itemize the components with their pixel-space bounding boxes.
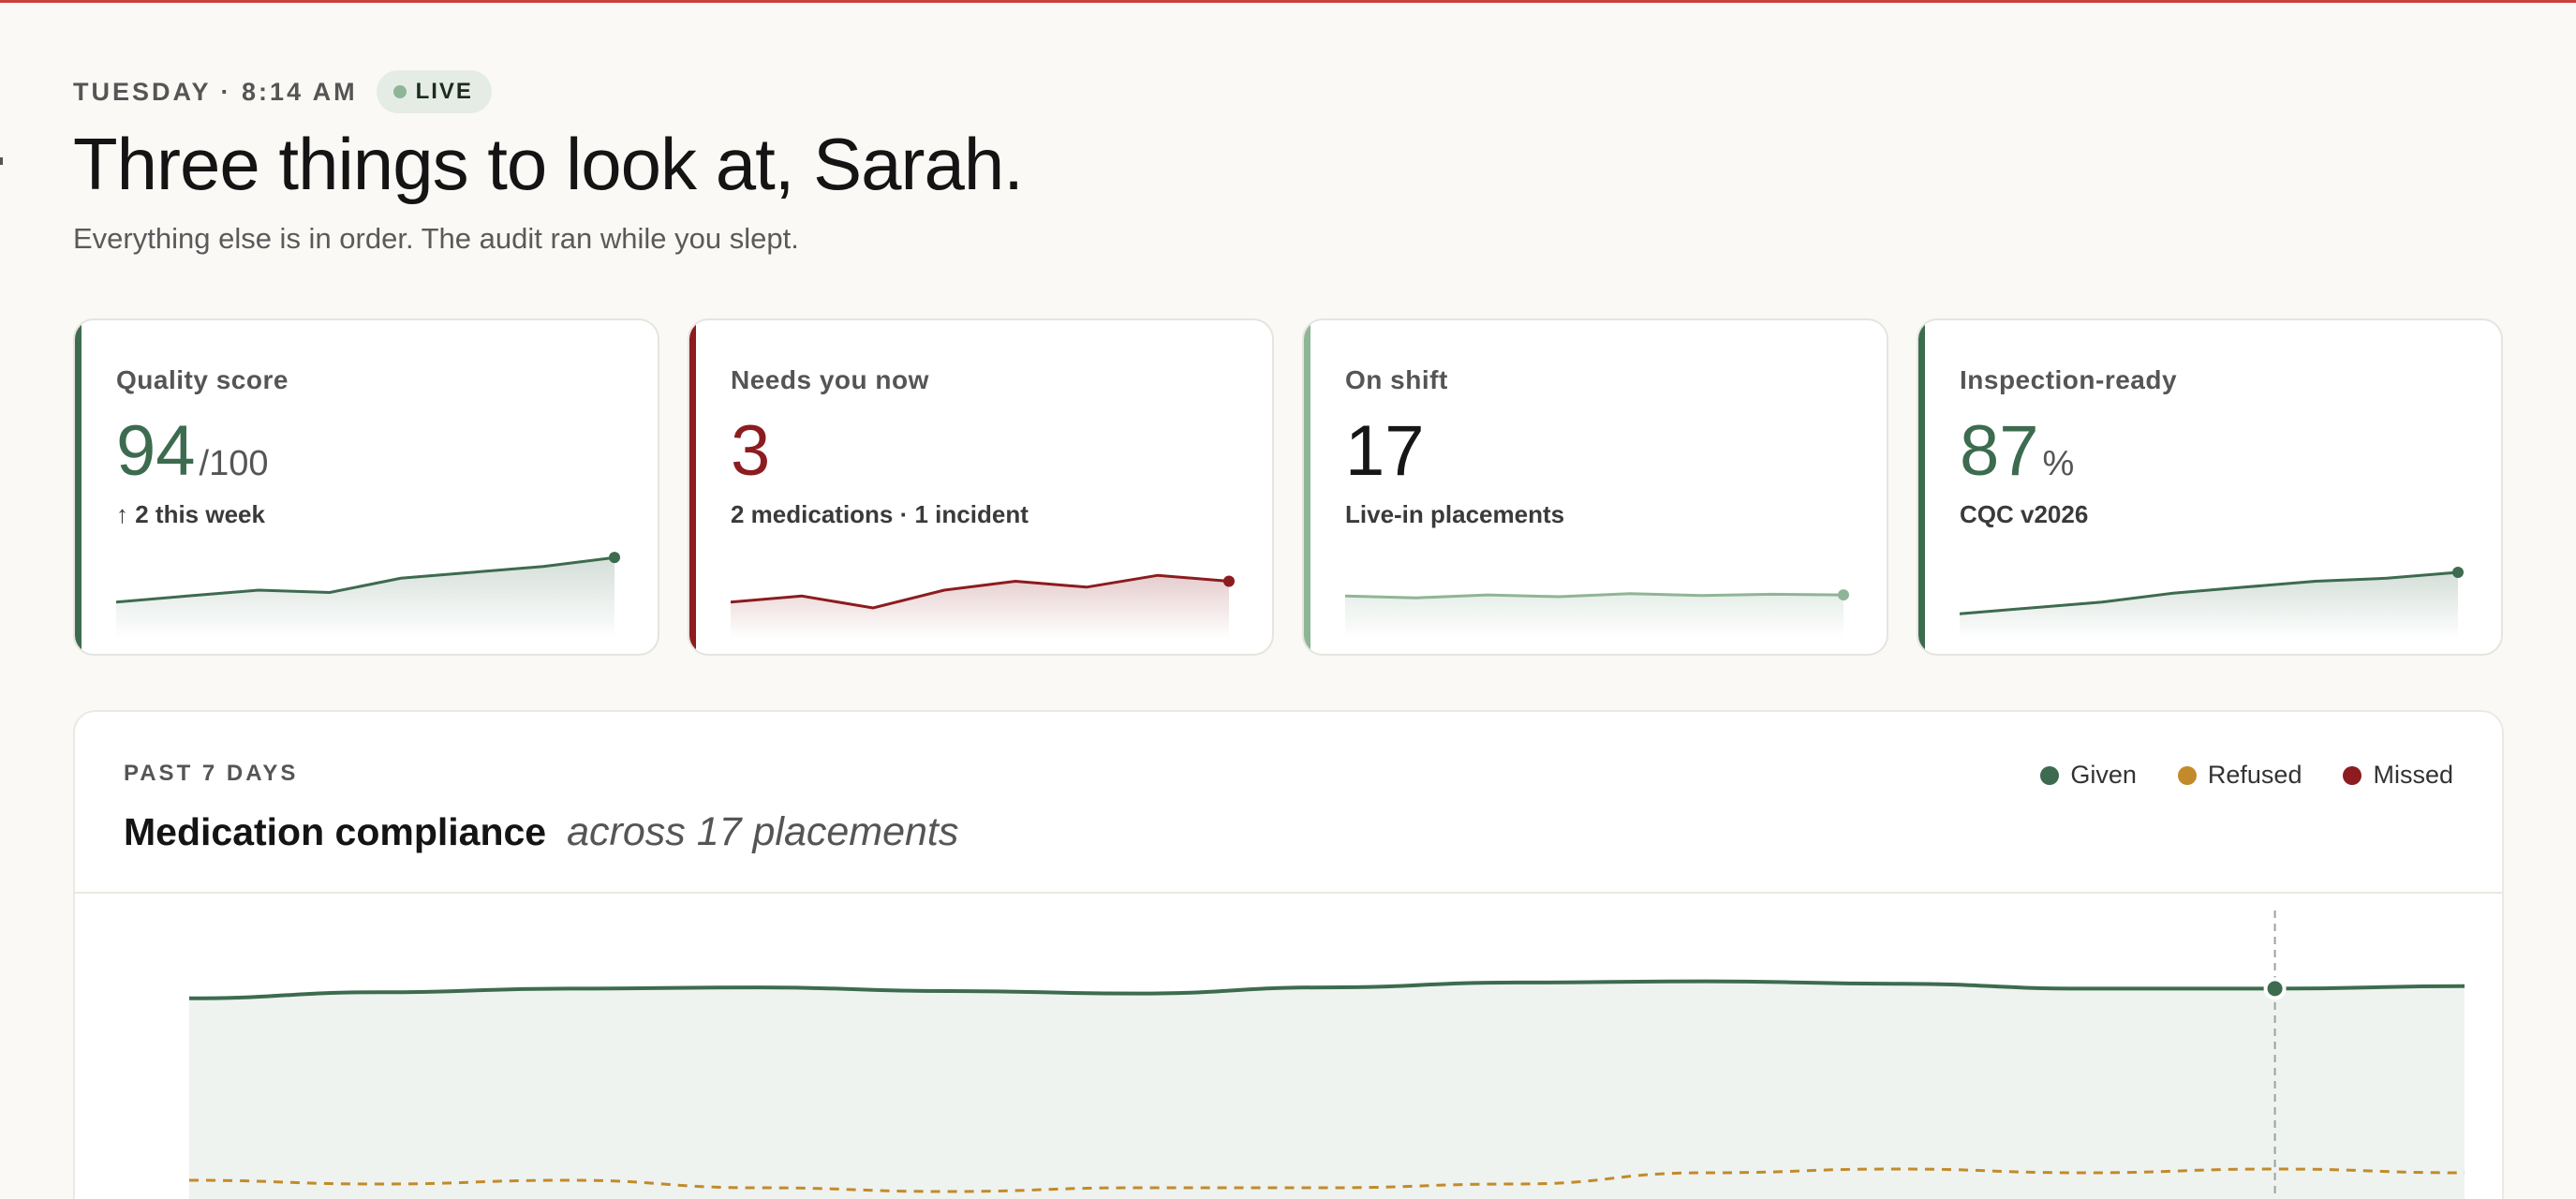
sparkline-area [116, 557, 614, 639]
medication-compliance-card: PAST 7 DAYS Medication compliance across… [73, 710, 2504, 1199]
sparkline-end-point [2452, 567, 2464, 578]
chart-period-label: PAST 7 DAYS [124, 761, 299, 786]
hover-point [2263, 977, 2287, 1000]
chart-subtitle: across 17 placements [567, 809, 959, 854]
kpi-card-on-shift[interactable]: On shift 17 Live-in placements [1302, 318, 1888, 656]
kpi-card-quality-score[interactable]: Quality score 94 /100 ↑ 2 this week [73, 318, 659, 656]
sparkline-end-point [609, 552, 620, 564]
kpi-sparkline [731, 573, 1235, 639]
compliance-chart[interactable] [116, 910, 2465, 1199]
kpi-accent-bar [1304, 320, 1310, 654]
legend-dot-icon [2343, 765, 2362, 785]
kpi-row: Quality score 94 /100 ↑ 2 this week Need… [73, 318, 2504, 656]
kpi-note: CQC v2026 [1960, 500, 2089, 528]
date-time-row: TUESDAY · 8:14 AM LIVE [73, 69, 492, 114]
kpi-sparkline [116, 552, 620, 639]
legend-item-missed[interactable]: Missed [2343, 761, 2453, 790]
chart-divider [75, 892, 2502, 894]
kpi-value-row: 3 [731, 416, 774, 487]
series-area-given [189, 981, 2465, 1199]
legend-item-given[interactable]: Given [2040, 761, 2137, 790]
sparkline-area [1960, 572, 2458, 639]
kpi-label: Needs you now [731, 365, 929, 394]
kpi-label: Quality score [116, 365, 289, 394]
kpi-label: On shift [1345, 365, 1448, 394]
kpi-sparkline [1960, 567, 2464, 639]
kpi-suffix: /100 [199, 444, 269, 483]
kpi-note: 2 medications · 1 incident [731, 500, 1029, 528]
kpi-note: Live-in placements [1345, 500, 1565, 528]
kpi-value-row: 17 [1345, 416, 1429, 487]
kpi-value: 87 [1960, 411, 2039, 491]
legend-dot-icon [2040, 765, 2060, 785]
kpi-value: 17 [1345, 411, 1425, 491]
kpi-accent-bar [689, 320, 696, 654]
edge-handle[interactable] [0, 157, 3, 165]
kpi-value: 94 [116, 411, 196, 491]
kpi-accent-bar [75, 320, 81, 654]
sparkline-area [1345, 593, 1843, 639]
chart-title-row: Medication compliance across 17 placemen… [124, 809, 958, 855]
kpi-note: ↑ 2 this week [116, 500, 265, 528]
page-title: Three things to look at, Sarah. [73, 123, 1024, 205]
live-badge-label: LIVE [415, 79, 473, 104]
top-accent-rule [0, 0, 2576, 3]
kpi-value: 3 [731, 411, 771, 491]
sparkline-end-point [1223, 575, 1235, 587]
legend-label: Missed [2373, 761, 2453, 789]
kpi-accent-bar [1918, 320, 1925, 654]
kpi-sparkline [1345, 589, 1849, 639]
legend-label: Given [2070, 761, 2137, 789]
live-badge: LIVE [376, 70, 492, 113]
kpi-suffix: % [2042, 444, 2075, 483]
page-subtitle: Everything else is in order. The audit r… [73, 222, 799, 255]
kpi-card-needs-you-now[interactable]: Needs you now 3 2 medications · 1 incide… [688, 318, 1274, 656]
legend-label: Refused [2207, 761, 2302, 789]
kpi-card-inspection-ready[interactable]: Inspection-ready 87 % CQC v2026 [1917, 318, 2503, 656]
date-time-label: TUESDAY · 8:14 AM [73, 77, 358, 106]
sparkline-end-point [1838, 589, 1849, 601]
chart-legend: Given Refused Missed [2040, 761, 2453, 790]
live-dot-icon [392, 85, 407, 98]
legend-item-refused[interactable]: Refused [2177, 761, 2302, 790]
legend-dot-icon [2177, 765, 2197, 785]
chart-title: Medication compliance [124, 810, 547, 853]
kpi-label: Inspection-ready [1960, 365, 2178, 394]
kpi-value-row: 94 /100 [116, 416, 269, 487]
kpi-value-row: 87 % [1960, 416, 2074, 487]
